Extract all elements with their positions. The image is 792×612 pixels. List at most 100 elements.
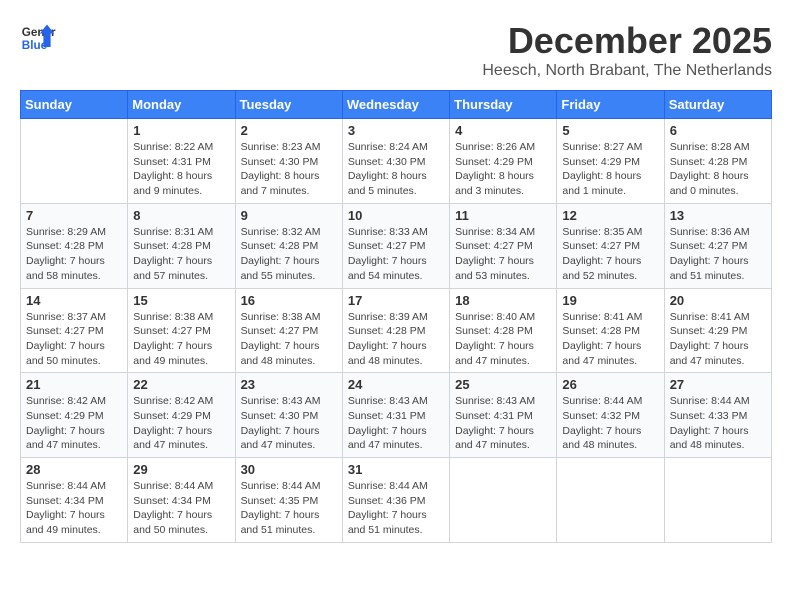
- cell-info: Sunrise: 8:22 AM: [133, 140, 229, 155]
- day-number: 16: [241, 293, 337, 308]
- day-number: 8: [133, 208, 229, 223]
- cell-info: Daylight: 7 hours and 57 minutes.: [133, 254, 229, 283]
- calendar-cell: 22Sunrise: 8:42 AMSunset: 4:29 PMDayligh…: [128, 373, 235, 458]
- calendar-cell: 24Sunrise: 8:43 AMSunset: 4:31 PMDayligh…: [342, 373, 449, 458]
- calendar-cell: 17Sunrise: 8:39 AMSunset: 4:28 PMDayligh…: [342, 288, 449, 373]
- cell-info: Daylight: 7 hours and 51 minutes.: [241, 508, 337, 537]
- cell-info: Daylight: 7 hours and 51 minutes.: [348, 508, 444, 537]
- calendar-cell: [664, 458, 771, 543]
- cell-info: Sunrise: 8:33 AM: [348, 225, 444, 240]
- cell-info: Daylight: 7 hours and 47 minutes.: [26, 424, 122, 453]
- cell-info: Sunrise: 8:38 AM: [133, 310, 229, 325]
- cell-info: Sunset: 4:35 PM: [241, 494, 337, 509]
- calendar-cell: 18Sunrise: 8:40 AMSunset: 4:28 PMDayligh…: [450, 288, 557, 373]
- calendar-body: 1Sunrise: 8:22 AMSunset: 4:31 PMDaylight…: [21, 119, 772, 543]
- cell-info: Daylight: 7 hours and 50 minutes.: [133, 508, 229, 537]
- calendar-cell: 21Sunrise: 8:42 AMSunset: 4:29 PMDayligh…: [21, 373, 128, 458]
- calendar-cell: 29Sunrise: 8:44 AMSunset: 4:34 PMDayligh…: [128, 458, 235, 543]
- day-number: 28: [26, 462, 122, 477]
- cell-info: Daylight: 8 hours and 9 minutes.: [133, 169, 229, 198]
- calendar-week-5: 28Sunrise: 8:44 AMSunset: 4:34 PMDayligh…: [21, 458, 772, 543]
- cell-info: Sunrise: 8:32 AM: [241, 225, 337, 240]
- title-area: December 2025 Heesch, North Brabant, The…: [482, 20, 772, 80]
- calendar-cell: 8Sunrise: 8:31 AMSunset: 4:28 PMDaylight…: [128, 203, 235, 288]
- cell-info: Sunset: 4:30 PM: [241, 155, 337, 170]
- cell-info: Sunset: 4:27 PM: [562, 239, 658, 254]
- cell-info: Sunset: 4:29 PM: [133, 409, 229, 424]
- calendar-cell: 30Sunrise: 8:44 AMSunset: 4:35 PMDayligh…: [235, 458, 342, 543]
- day-number: 26: [562, 377, 658, 392]
- calendar-cell: 4Sunrise: 8:26 AMSunset: 4:29 PMDaylight…: [450, 119, 557, 204]
- calendar-cell: 15Sunrise: 8:38 AMSunset: 4:27 PMDayligh…: [128, 288, 235, 373]
- cell-info: Sunrise: 8:44 AM: [562, 394, 658, 409]
- cell-info: Daylight: 8 hours and 5 minutes.: [348, 169, 444, 198]
- calendar-cell: 5Sunrise: 8:27 AMSunset: 4:29 PMDaylight…: [557, 119, 664, 204]
- cell-info: Sunrise: 8:26 AM: [455, 140, 551, 155]
- calendar-table: SundayMondayTuesdayWednesdayThursdayFrid…: [20, 90, 772, 543]
- cell-info: Sunset: 4:31 PM: [133, 155, 229, 170]
- cell-info: Sunrise: 8:29 AM: [26, 225, 122, 240]
- cell-info: Daylight: 7 hours and 47 minutes.: [241, 424, 337, 453]
- day-number: 4: [455, 123, 551, 138]
- cell-info: Sunrise: 8:39 AM: [348, 310, 444, 325]
- logo-icon: General Blue: [20, 20, 56, 56]
- calendar-week-3: 14Sunrise: 8:37 AMSunset: 4:27 PMDayligh…: [21, 288, 772, 373]
- calendar-cell: 13Sunrise: 8:36 AMSunset: 4:27 PMDayligh…: [664, 203, 771, 288]
- cell-info: Sunset: 4:34 PM: [133, 494, 229, 509]
- calendar-cell: [21, 119, 128, 204]
- calendar-cell: 10Sunrise: 8:33 AMSunset: 4:27 PMDayligh…: [342, 203, 449, 288]
- cell-info: Sunset: 4:33 PM: [670, 409, 766, 424]
- calendar-cell: 19Sunrise: 8:41 AMSunset: 4:28 PMDayligh…: [557, 288, 664, 373]
- day-number: 15: [133, 293, 229, 308]
- cell-info: Daylight: 7 hours and 49 minutes.: [133, 339, 229, 368]
- cell-info: Daylight: 7 hours and 47 minutes.: [455, 424, 551, 453]
- cell-info: Sunrise: 8:35 AM: [562, 225, 658, 240]
- cell-info: Sunrise: 8:37 AM: [26, 310, 122, 325]
- cell-info: Sunrise: 8:44 AM: [241, 479, 337, 494]
- cell-info: Sunset: 4:27 PM: [348, 239, 444, 254]
- cell-info: Daylight: 7 hours and 47 minutes.: [348, 424, 444, 453]
- cell-info: Sunset: 4:32 PM: [562, 409, 658, 424]
- day-number: 7: [26, 208, 122, 223]
- cell-info: Daylight: 7 hours and 49 minutes.: [26, 508, 122, 537]
- cell-info: Sunset: 4:30 PM: [241, 409, 337, 424]
- day-number: 1: [133, 123, 229, 138]
- cell-info: Daylight: 7 hours and 47 minutes.: [562, 339, 658, 368]
- cell-info: Sunrise: 8:28 AM: [670, 140, 766, 155]
- cell-info: Daylight: 8 hours and 3 minutes.: [455, 169, 551, 198]
- cell-info: Sunset: 4:30 PM: [348, 155, 444, 170]
- cell-info: Sunrise: 8:34 AM: [455, 225, 551, 240]
- cell-info: Sunset: 4:36 PM: [348, 494, 444, 509]
- day-number: 25: [455, 377, 551, 392]
- calendar-cell: 14Sunrise: 8:37 AMSunset: 4:27 PMDayligh…: [21, 288, 128, 373]
- cell-info: Sunset: 4:29 PM: [562, 155, 658, 170]
- cell-info: Sunrise: 8:27 AM: [562, 140, 658, 155]
- day-number: 11: [455, 208, 551, 223]
- cell-info: Sunset: 4:31 PM: [348, 409, 444, 424]
- day-number: 19: [562, 293, 658, 308]
- calendar-cell: [450, 458, 557, 543]
- calendar-cell: 16Sunrise: 8:38 AMSunset: 4:27 PMDayligh…: [235, 288, 342, 373]
- cell-info: Sunset: 4:28 PM: [455, 324, 551, 339]
- calendar-cell: 26Sunrise: 8:44 AMSunset: 4:32 PMDayligh…: [557, 373, 664, 458]
- cell-info: Sunrise: 8:43 AM: [348, 394, 444, 409]
- cell-info: Daylight: 7 hours and 48 minutes.: [670, 424, 766, 453]
- cell-info: Daylight: 7 hours and 47 minutes.: [670, 339, 766, 368]
- cell-info: Daylight: 7 hours and 51 minutes.: [670, 254, 766, 283]
- cell-info: Sunrise: 8:23 AM: [241, 140, 337, 155]
- cell-info: Sunset: 4:27 PM: [26, 324, 122, 339]
- day-number: 21: [26, 377, 122, 392]
- cell-info: Sunrise: 8:44 AM: [26, 479, 122, 494]
- calendar-cell: 12Sunrise: 8:35 AMSunset: 4:27 PMDayligh…: [557, 203, 664, 288]
- day-number: 29: [133, 462, 229, 477]
- cell-info: Sunset: 4:29 PM: [670, 324, 766, 339]
- cell-info: Daylight: 7 hours and 52 minutes.: [562, 254, 658, 283]
- cell-info: Sunrise: 8:41 AM: [562, 310, 658, 325]
- cell-info: Sunset: 4:28 PM: [348, 324, 444, 339]
- cell-info: Sunrise: 8:42 AM: [26, 394, 122, 409]
- calendar-cell: 31Sunrise: 8:44 AMSunset: 4:36 PMDayligh…: [342, 458, 449, 543]
- calendar-cell: 25Sunrise: 8:43 AMSunset: 4:31 PMDayligh…: [450, 373, 557, 458]
- calendar-cell: 9Sunrise: 8:32 AMSunset: 4:28 PMDaylight…: [235, 203, 342, 288]
- day-number: 5: [562, 123, 658, 138]
- cell-info: Sunrise: 8:40 AM: [455, 310, 551, 325]
